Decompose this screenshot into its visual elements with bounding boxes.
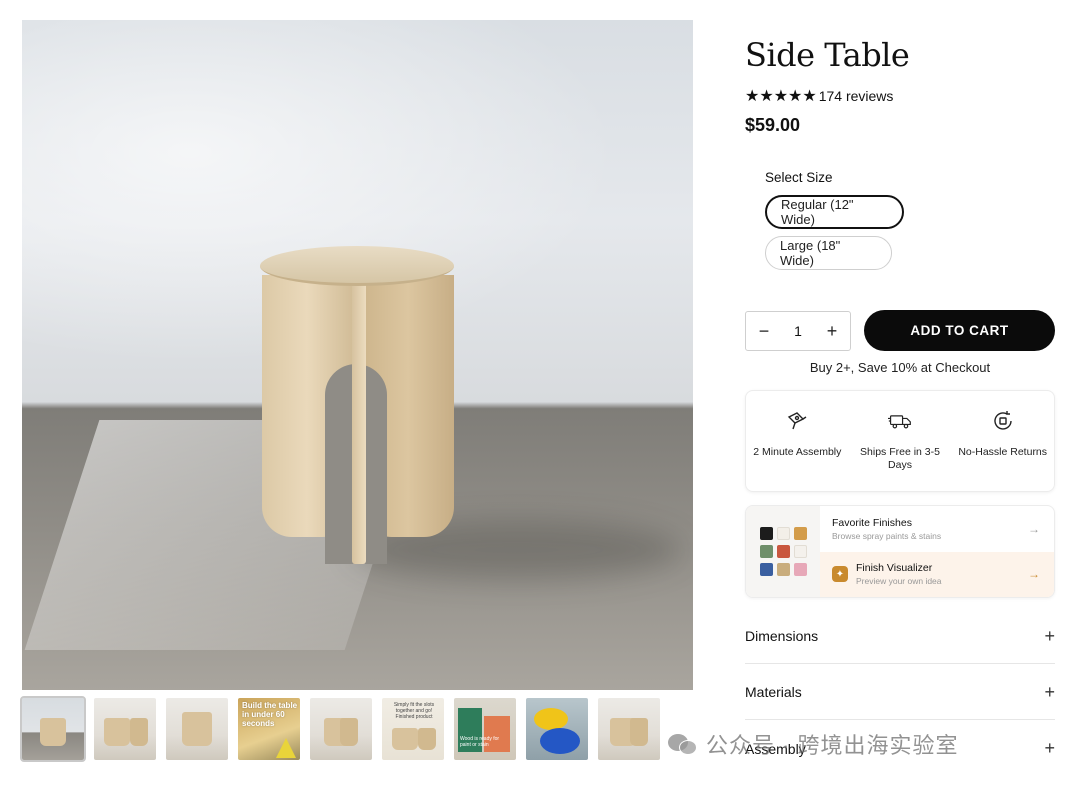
thumbnail-6[interactable]: Simply fit the slots together and go! Fi…: [382, 698, 444, 760]
feature-shipping: Ships Free in 3-5 Days: [849, 391, 952, 491]
finish-visualizer-title: Finish Visualizer: [856, 562, 933, 575]
stool-tabletop: [260, 246, 454, 286]
size-select-label: Select Size: [765, 170, 833, 185]
thumbnail-7-caption: Wood is ready for paint or stain: [460, 736, 500, 748]
color-swatch-7: [760, 563, 773, 576]
feature-returns-label: No-Hassle Returns: [958, 446, 1048, 458]
main-product-image[interactable]: [22, 20, 693, 690]
feature-assembly-label: 2 Minute Assembly: [753, 446, 842, 458]
product-price: $59.00: [745, 115, 801, 135]
finish-visualizer-subtitle: Preview your own idea: [856, 576, 942, 587]
size-option-large[interactable]: Large (18" Wide): [765, 236, 892, 270]
palette-icon: ✦: [832, 566, 848, 583]
accordion-dimensions[interactable]: Dimensions +: [745, 609, 1055, 664]
favorite-finishes-text: Favorite Finishes Browse spray paints & …: [832, 517, 941, 541]
quantity-value[interactable]: 1: [794, 323, 802, 339]
color-swatch-2: [777, 527, 790, 540]
drill-icon: [788, 412, 807, 430]
finish-visualizer-text: Finish Visualizer Preview your own idea: [856, 562, 942, 586]
decrease-quantity-button[interactable]: −: [757, 321, 771, 342]
feature-shipping-label: Ships Free in 3-5 Days: [860, 446, 940, 471]
plus-icon: +: [1044, 738, 1055, 758]
review-count-link[interactable]: 174 reviews: [819, 88, 894, 104]
finish-visualizer-link[interactable]: ✦ Finish Visualizer Preview your own ide…: [820, 551, 1054, 597]
thumbnail-3[interactable]: [166, 698, 228, 760]
color-swatch-9: [794, 563, 807, 576]
accordion-materials[interactable]: Materials +: [745, 665, 1055, 720]
watermark-text: 公众号 · 跨境出海实验室: [706, 733, 959, 758]
finishes-card: Favorite Finishes Browse spray paints & …: [745, 505, 1055, 598]
thumbnail-strip: Build the table in under 60 seconds Simp…: [20, 696, 662, 762]
feature-returns: No-Hassle Returns: [951, 391, 1054, 491]
stool-center-leg: [352, 282, 366, 564]
thumbnail-9[interactable]: [598, 698, 660, 760]
favorite-finishes-title: Favorite Finishes: [832, 516, 912, 529]
color-swatch-grid: [746, 506, 820, 597]
thumbnail-8[interactable]: [526, 698, 588, 760]
add-to-cart-button[interactable]: ADD TO CART: [864, 310, 1055, 351]
thumbnail-6-caption: Simply fit the slots together and go! Fi…: [393, 702, 435, 720]
size-option-regular[interactable]: Regular (12" Wide): [765, 195, 904, 229]
watermark: 公众号 · 跨境出海实验室: [668, 728, 959, 760]
favorite-finishes-subtitle: Browse spray paints & stains: [832, 530, 942, 541]
color-swatch-1: [760, 527, 773, 540]
thumbnail-4-triangle: [276, 738, 296, 758]
star-rating-icon: ★★★★★: [745, 88, 817, 105]
return-icon: [993, 411, 1012, 430]
thumbnail-7[interactable]: Wood is ready for paint or stain: [454, 698, 516, 760]
plus-icon: +: [1044, 625, 1055, 646]
quantity-stepper: − 1 +: [745, 311, 851, 351]
color-swatch-4: [760, 545, 773, 558]
feature-assembly: 2 Minute Assembly: [746, 391, 849, 491]
accordion-materials-label: Materials: [745, 684, 802, 700]
thumbnail-2[interactable]: [94, 698, 156, 760]
thumbnail-1[interactable]: [20, 696, 86, 762]
thumbnail-4[interactable]: Build the table in under 60 seconds: [238, 698, 300, 760]
accordion-dimensions-label: Dimensions: [745, 628, 819, 644]
color-swatch-8: [777, 563, 790, 576]
thumbnail-4-caption: Build the table in under 60 seconds: [242, 701, 298, 728]
truck-icon: [888, 415, 911, 429]
color-swatch-3: [794, 527, 807, 540]
wechat-icon: [668, 732, 698, 756]
features-card: 2 Minute Assembly Ships Free in 3-5 Days…: [745, 390, 1055, 492]
plus-icon: +: [1044, 681, 1055, 702]
thumbnail-5[interactable]: [310, 698, 372, 760]
increase-quantity-button[interactable]: +: [825, 321, 839, 342]
color-swatch-6: [794, 545, 807, 558]
color-swatch-5: [777, 545, 790, 558]
rating-row[interactable]: ★★★★★ 174 reviews: [745, 86, 893, 106]
arrow-right-icon: →: [1028, 521, 1040, 536]
arrow-right-icon: →: [1028, 567, 1040, 582]
finishes-links: Favorite Finishes Browse spray paints & …: [820, 506, 1054, 597]
bulk-discount-promo: Buy 2+, Save 10% at Checkout: [809, 360, 991, 375]
product-title: Side Table: [745, 36, 910, 74]
favorite-finishes-link[interactable]: Favorite Finishes Browse spray paints & …: [820, 506, 1054, 552]
